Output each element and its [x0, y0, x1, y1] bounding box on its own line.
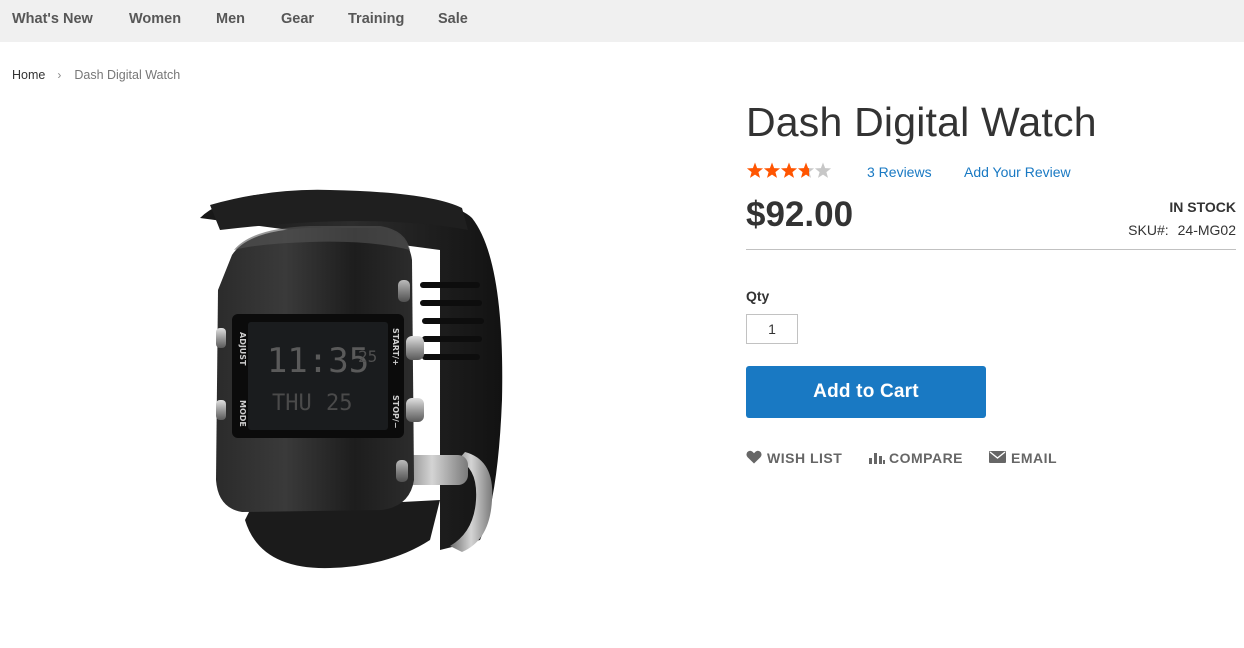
nav-item-sale[interactable]: Sale: [438, 0, 468, 38]
nav-item-gear[interactable]: Gear: [281, 0, 314, 38]
breadcrumb-home-link[interactable]: Home: [12, 68, 45, 82]
compare-label: COMPARE: [889, 450, 964, 466]
watch-label-start: START/+: [391, 328, 400, 366]
stock-status: IN STOCK: [1169, 199, 1236, 215]
watch-button-right-top: [406, 336, 424, 360]
breadcrumb-separator-icon: ›: [57, 68, 62, 82]
watch-button-right-bottom: [406, 398, 424, 422]
email-link[interactable]: EMAIL: [989, 449, 1057, 467]
star-icon: [814, 162, 832, 178]
qty-label: Qty: [746, 288, 770, 304]
envelope-icon: [989, 451, 1006, 464]
watch-label-stop: STOP/−: [391, 395, 400, 429]
compare-link[interactable]: COMPARE: [869, 449, 963, 467]
product-image-gallery: 11:35 25 THU 25 ADJUST MODE START/+ STOP…: [10, 100, 710, 640]
nav-item-men[interactable]: Men: [216, 0, 245, 38]
reviews-link[interactable]: 3 Reviews: [867, 163, 932, 181]
star-icon: [780, 162, 798, 178]
nav-item-training[interactable]: Training: [348, 0, 404, 38]
heart-icon: [746, 450, 762, 464]
email-label: EMAIL: [1011, 450, 1058, 466]
wishlist-label: WISH LIST: [767, 450, 843, 466]
add-to-cart-button[interactable]: Add to Cart: [746, 366, 986, 418]
rating-stars: [746, 162, 832, 178]
product-price: $92.00: [746, 195, 854, 234]
product-sku: SKU#: 24-MG02: [1128, 221, 1236, 239]
wishlist-link[interactable]: WISH LIST: [746, 449, 842, 467]
star-icon: [763, 162, 781, 178]
qty-input[interactable]: [746, 314, 798, 344]
breadcrumb: Home › Dash Digital Watch: [12, 66, 180, 84]
breadcrumb-current: Dash Digital Watch: [74, 68, 181, 82]
top-navigation: What's New Women Men Gear Training Sale: [0, 0, 1244, 42]
divider: [746, 249, 1236, 250]
product-image[interactable]: 11:35 25 THU 25 ADJUST MODE START/+ STOP…: [10, 100, 710, 640]
sku-value: 24-MG02: [1177, 222, 1236, 238]
nav-item-whats-new[interactable]: What's New: [12, 0, 93, 38]
watch-date: 25: [326, 391, 353, 416]
watch-label-adjust: ADJUST: [238, 332, 247, 366]
star-icon: [797, 162, 815, 178]
watch-day: THU: [272, 391, 312, 416]
watch-seconds: 25: [358, 347, 377, 366]
watch-label-mode: MODE: [238, 400, 247, 427]
watch-time: 11:35: [267, 341, 369, 381]
sku-label: SKU#:: [1128, 222, 1169, 238]
bar-chart-icon: [869, 453, 885, 465]
page-title: Dash Digital Watch: [746, 99, 1097, 145]
add-review-link[interactable]: Add Your Review: [964, 163, 1071, 181]
nav-item-women[interactable]: Women: [129, 0, 181, 38]
star-icon: [746, 162, 764, 178]
